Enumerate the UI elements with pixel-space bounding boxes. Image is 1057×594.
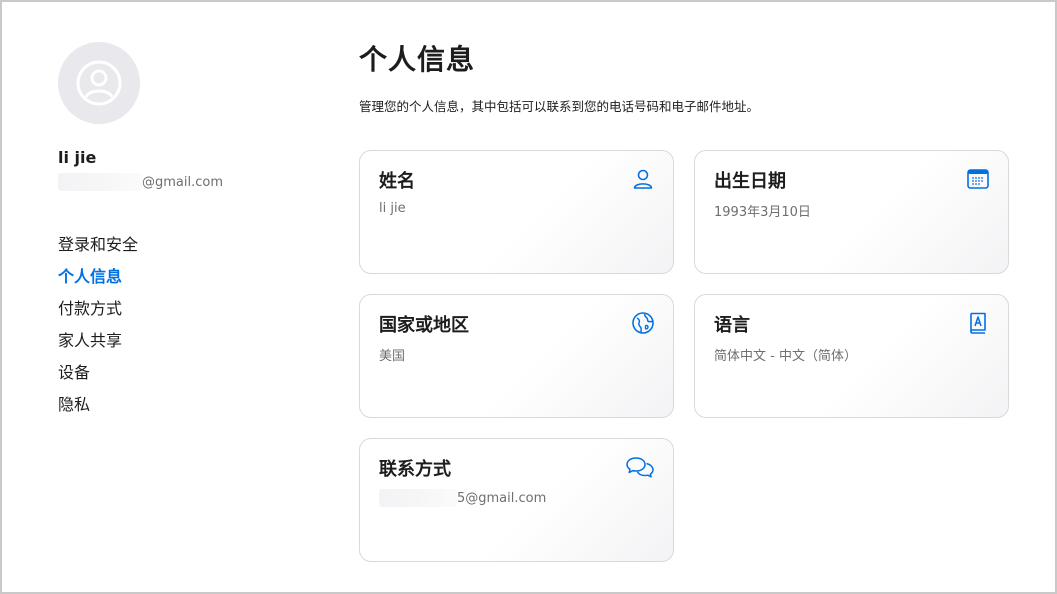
email-suffix: @gmail.com	[142, 174, 224, 190]
globe-icon	[632, 312, 654, 334]
person-icon	[633, 169, 653, 189]
card-value: 1993年3月10日	[714, 205, 811, 220]
card-title: 语言	[714, 315, 750, 336]
card-value: li jie	[379, 201, 406, 216]
card-value: 美国	[379, 349, 406, 364]
card-country-region[interactable]: 国家或地区 美国	[359, 294, 674, 418]
sidebar-item-privacy[interactable]: 隐私	[58, 393, 298, 425]
card-value: 简体中文 - 中文（简体）	[714, 349, 857, 364]
calendar-icon	[967, 169, 989, 189]
main-content: 个人信息 管理您的个人信息，其中包括可以联系到您的电话号码和电子邮件地址。 姓名…	[359, 38, 1019, 562]
user-email: @gmail.com	[58, 173, 298, 191]
window-frame: li jie @gmail.com 登录和安全 个人信息 付款方式 家人共享 设…	[0, 0, 1057, 594]
user-name: li jie	[58, 148, 97, 167]
card-title: 国家或地区	[379, 315, 469, 336]
redacted-email-prefix	[379, 489, 457, 507]
card-title: 联系方式	[379, 459, 451, 480]
sidebar: li jie @gmail.com 登录和安全 个人信息 付款方式 家人共享 设…	[58, 42, 298, 425]
chat-bubbles-icon	[626, 457, 654, 478]
card-title: 出生日期	[714, 171, 786, 192]
card-name[interactable]: 姓名 li jie	[359, 150, 674, 274]
user-avatar-icon	[76, 60, 122, 106]
card-title: 姓名	[379, 171, 415, 192]
sidebar-item-payment[interactable]: 付款方式	[58, 297, 298, 329]
sidebar-item-devices[interactable]: 设备	[58, 361, 298, 393]
contact-email-suffix: 5@gmail.com	[457, 490, 547, 506]
redacted-email-prefix	[58, 173, 142, 191]
language-book-icon	[970, 312, 986, 334]
sidebar-item-personal-info[interactable]: 个人信息	[58, 265, 298, 297]
card-birthday[interactable]: 出生日期 1993年3月10日	[694, 150, 1009, 274]
info-card-grid: 姓名 li jie 出生日期 1993年3月10日 国家或地区 美国 语言 简体…	[359, 150, 1009, 562]
card-contact[interactable]: 联系方式 5@gmail.com	[359, 438, 674, 562]
avatar[interactable]	[58, 42, 140, 124]
page-title: 个人信息	[359, 43, 476, 76]
card-language[interactable]: 语言 简体中文 - 中文（简体）	[694, 294, 1009, 418]
sidebar-item-sign-in-security[interactable]: 登录和安全	[58, 233, 298, 265]
sidebar-nav: 登录和安全 个人信息 付款方式 家人共享 设备 隐私	[58, 233, 298, 425]
card-value: 5@gmail.com	[379, 489, 654, 507]
page-subtitle: 管理您的个人信息，其中包括可以联系到您的电话号码和电子邮件地址。	[359, 99, 760, 114]
sidebar-item-family-sharing[interactable]: 家人共享	[58, 329, 298, 361]
